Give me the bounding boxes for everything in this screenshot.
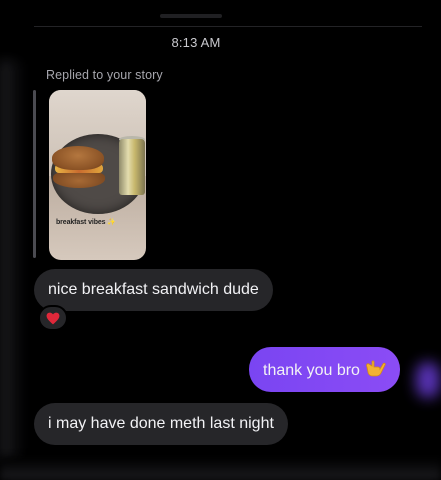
dm-conversation-screen: 8:13 AM Replied to your story breakfast … bbox=[0, 0, 441, 480]
header-divider bbox=[34, 26, 422, 27]
reply-indicator-bar bbox=[33, 90, 36, 258]
story-caption: breakfast vibes ✨ bbox=[56, 219, 116, 226]
message-text: i may have done meth last night bbox=[48, 415, 274, 432]
outgoing-message-bubble[interactable]: thank you bro bbox=[249, 347, 400, 392]
bagel-top-image bbox=[52, 146, 104, 170]
call-me-hand-icon bbox=[366, 360, 386, 377]
drink-can-image bbox=[119, 139, 145, 195]
incoming-message-bubble[interactable]: nice breakfast sandwich dude bbox=[34, 269, 273, 311]
incoming-message-bubble[interactable]: i may have done meth last night bbox=[34, 403, 288, 445]
story-thumbnail[interactable]: breakfast vibes ✨ bbox=[49, 90, 146, 260]
heart-icon bbox=[46, 312, 60, 324]
message-timestamp: 8:13 AM bbox=[171, 35, 221, 50]
sparkle-icon: ✨ bbox=[107, 219, 116, 226]
screen-edge-shadow bbox=[0, 60, 26, 460]
bubble-glow bbox=[416, 362, 440, 398]
replied-to-story-label: Replied to your story bbox=[46, 68, 163, 82]
drag-handle bbox=[160, 14, 222, 18]
message-text: nice breakfast sandwich dude bbox=[48, 281, 259, 298]
message-reaction[interactable] bbox=[38, 305, 68, 331]
screen-bottom-shadow bbox=[0, 458, 441, 480]
message-text: thank you bro bbox=[263, 362, 360, 379]
